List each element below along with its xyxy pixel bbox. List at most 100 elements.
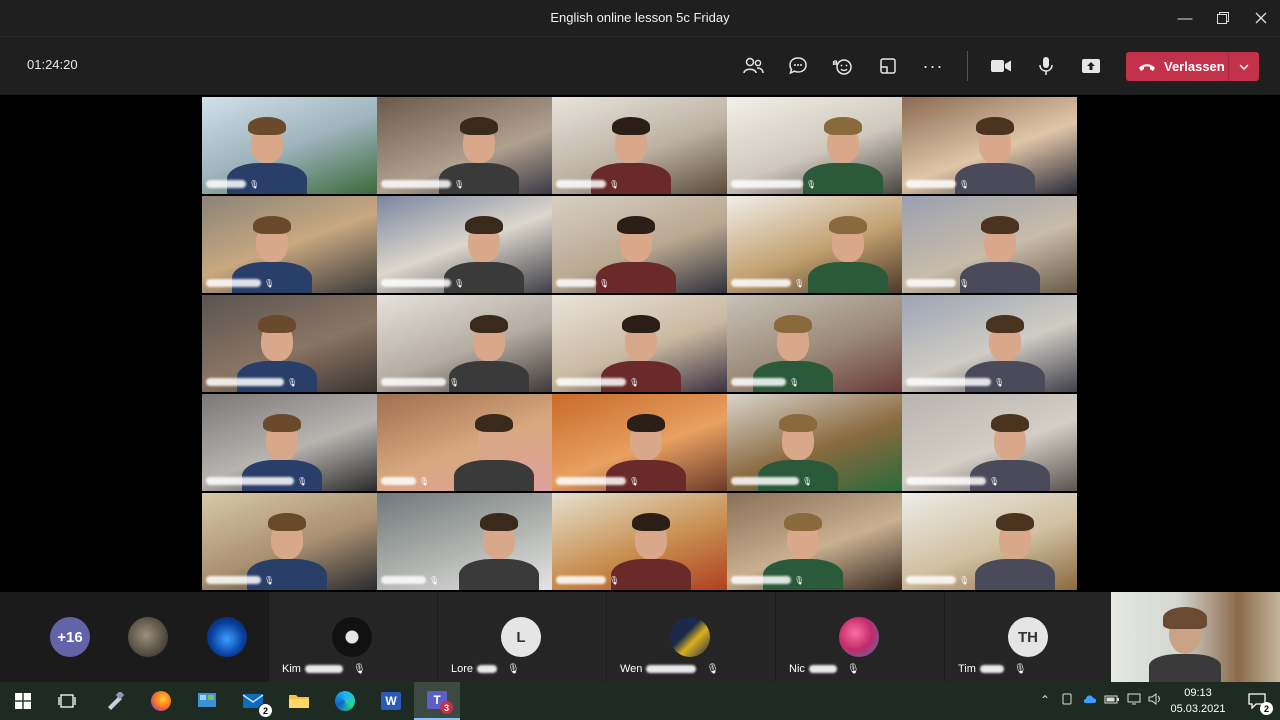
participant-video-tile[interactable]: 🎙 bbox=[902, 196, 1077, 293]
participant-tile[interactable]: Wen 🎙 bbox=[606, 592, 776, 682]
teams-app[interactable]: T 3 bbox=[414, 682, 460, 720]
camera-button[interactable] bbox=[984, 49, 1018, 83]
word-app[interactable]: W bbox=[368, 682, 414, 720]
participant-video-tile[interactable]: 🎙 bbox=[202, 394, 377, 491]
self-view-video[interactable] bbox=[1111, 592, 1280, 682]
onedrive-button[interactable] bbox=[1082, 693, 1098, 707]
participant-video-tile[interactable]: 🎙 bbox=[377, 196, 552, 293]
participant-video-tile[interactable]: 🎙 bbox=[727, 493, 902, 590]
volume-button[interactable] bbox=[1148, 693, 1162, 708]
person-hair bbox=[824, 117, 862, 135]
battery-button[interactable] bbox=[1104, 693, 1120, 708]
file-explorer-app[interactable] bbox=[276, 682, 322, 720]
person-hair bbox=[986, 315, 1024, 333]
participant-name: Nic 🎙 bbox=[789, 663, 860, 675]
network-button[interactable] bbox=[1126, 693, 1142, 708]
participant-video-tile[interactable]: 🎙 bbox=[552, 196, 727, 293]
mail-badge: 2 bbox=[258, 703, 273, 718]
participant-video-tile[interactable]: 🎙 bbox=[727, 295, 902, 392]
minimize-button[interactable]: — bbox=[1166, 0, 1204, 36]
participant-video-tile[interactable]: 🎙 bbox=[902, 97, 1077, 194]
participant-avatar[interactable] bbox=[128, 617, 168, 657]
mail-app[interactable]: 2 bbox=[230, 682, 276, 720]
name-redaction bbox=[808, 665, 837, 673]
show-hidden-icons-button[interactable]: ⌃ bbox=[1040, 693, 1050, 707]
rooms-button[interactable] bbox=[871, 49, 905, 83]
start-button[interactable] bbox=[0, 682, 46, 720]
participant-tile[interactable]: L Lore 🎙 bbox=[437, 592, 607, 682]
mic-off-icon: 🎙 bbox=[629, 476, 640, 486]
participants-button[interactable] bbox=[736, 49, 770, 83]
person-hair bbox=[981, 216, 1019, 234]
name-redaction bbox=[381, 477, 416, 485]
chevron-down-icon bbox=[1239, 64, 1249, 70]
firefox-app[interactable] bbox=[138, 682, 184, 720]
windows-logo-icon bbox=[15, 693, 31, 709]
person-hair bbox=[248, 117, 286, 135]
microphone-button[interactable] bbox=[1029, 49, 1063, 83]
person-hair bbox=[829, 216, 867, 234]
participant-video-tile[interactable]: 🎙 bbox=[902, 295, 1077, 392]
mic-off-icon: 🎙 bbox=[989, 476, 1000, 486]
participant-tile[interactable]: Nic 🎙 bbox=[775, 592, 945, 682]
app-launcher-icon[interactable] bbox=[92, 682, 138, 720]
hang-up-icon bbox=[1139, 63, 1155, 71]
participant-avatar: L bbox=[501, 617, 541, 657]
mic-off-icon: 🎙 bbox=[264, 278, 275, 288]
participant-avatar[interactable] bbox=[207, 617, 247, 657]
participant-video-tile[interactable]: 🎙 bbox=[377, 295, 552, 392]
mic-off-icon: 🎙 bbox=[507, 663, 520, 675]
mic-off-icon: 🎙 bbox=[599, 278, 610, 288]
person-hair bbox=[268, 513, 306, 531]
participant-name: Kim 🎙 bbox=[282, 663, 366, 675]
participant-avatar: TH bbox=[1008, 617, 1048, 657]
participant-tile[interactable]: TH Tim 🎙 bbox=[944, 592, 1114, 682]
participant-video-tile[interactable]: 🎙 bbox=[902, 493, 1077, 590]
more-actions-button[interactable]: ··· bbox=[916, 49, 950, 83]
leave-main-action[interactable]: Verlassen bbox=[1126, 59, 1228, 74]
participant-video-tile[interactable]: 🎙 bbox=[202, 493, 377, 590]
mic-off-icon: 🎙 bbox=[846, 663, 860, 675]
leave-label: Verlassen bbox=[1164, 59, 1225, 74]
participant-video-tile[interactable]: 🎙 bbox=[377, 97, 552, 194]
participant-video-tile[interactable]: 🎙 bbox=[552, 295, 727, 392]
control-panel-icon bbox=[198, 693, 216, 707]
overflow-count: +16 bbox=[57, 628, 83, 646]
edge-app[interactable] bbox=[322, 682, 368, 720]
video-name-tag: 🎙 bbox=[906, 277, 969, 289]
mic-off-icon: 🎙 bbox=[994, 377, 1005, 387]
raise-hand-icon bbox=[832, 59, 852, 75]
participant-video-tile[interactable]: 🎙 bbox=[202, 295, 377, 392]
participant-video-tile[interactable]: 🎙 bbox=[377, 493, 552, 590]
tray-app-icon[interactable] bbox=[1061, 693, 1073, 708]
participant-video-tile[interactable]: 🎙 bbox=[727, 196, 902, 293]
leave-button[interactable]: Verlassen bbox=[1126, 52, 1259, 81]
reactions-button[interactable] bbox=[826, 49, 860, 83]
participant-video-tile[interactable]: 🎙 bbox=[727, 394, 902, 491]
name-redaction bbox=[906, 180, 956, 188]
participant-video-tile[interactable]: 🎙 bbox=[552, 493, 727, 590]
overflow-participants-button[interactable]: +16 bbox=[50, 617, 90, 657]
participant-video-tile[interactable]: 🎙 bbox=[202, 196, 377, 293]
taskbar-clock[interactable]: 09:13 05.03.2021 bbox=[1168, 685, 1228, 717]
participant-video-tile[interactable]: 🎙 bbox=[902, 394, 1077, 491]
task-view-button[interactable] bbox=[44, 682, 90, 720]
participant-tile[interactable]: Kim 🎙 bbox=[268, 592, 438, 682]
participant-video-tile[interactable]: 🎙 bbox=[377, 394, 552, 491]
participant-video-tile[interactable]: 🎙 bbox=[202, 97, 377, 194]
action-center-button[interactable]: 2 bbox=[1234, 682, 1280, 720]
close-button[interactable] bbox=[1242, 0, 1280, 36]
task-view-icon bbox=[58, 694, 76, 708]
leave-options-button[interactable] bbox=[1228, 52, 1259, 81]
share-screen-button[interactable] bbox=[1074, 49, 1108, 83]
video-grid: 🎙 🎙 🎙 🎙 🎙 🎙 🎙 🎙 🎙 🎙 🎙 🎙 🎙 🎙 🎙 🎙 🎙 🎙 🎙 🎙 🎙 🎙 🎙 🎙 🎙 bbox=[202, 97, 1079, 591]
participant-video-tile[interactable]: 🎙 bbox=[552, 394, 727, 491]
control-panel-app[interactable] bbox=[184, 682, 230, 720]
participant-video-tile[interactable]: 🎙 bbox=[552, 97, 727, 194]
restore-button[interactable] bbox=[1204, 0, 1242, 36]
video-name-tag: 🎙 bbox=[556, 376, 639, 388]
chat-button[interactable] bbox=[781, 49, 815, 83]
name-redaction bbox=[556, 180, 606, 188]
mic-off-icon: 🎙 bbox=[609, 179, 620, 189]
participant-video-tile[interactable]: 🎙 bbox=[727, 97, 902, 194]
